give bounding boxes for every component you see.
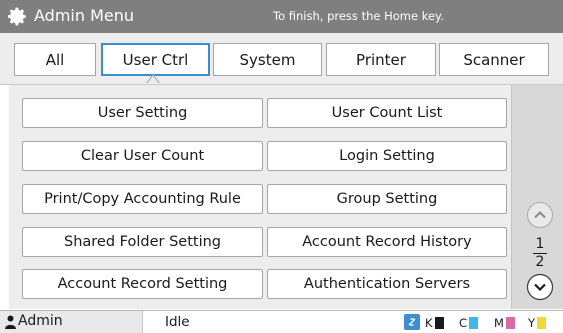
gear-icon (8, 7, 26, 26)
scroll-down-button[interactable] (526, 273, 554, 301)
tab-all[interactable]: All (14, 43, 96, 76)
ink-level-m: M (494, 315, 515, 330)
ink-swatch-yellow (537, 316, 547, 329)
account-record-history-button[interactable]: Account Record History (267, 227, 507, 257)
print-copy-accounting-rule-button[interactable]: Print/Copy Accounting Rule (22, 184, 263, 214)
logged-in-user[interactable]: Admin (0, 311, 143, 333)
user-icon (5, 315, 16, 329)
category-tab-bar: All User Ctrl System Printer Scanner (0, 33, 563, 85)
ink-letter-k: K (425, 315, 433, 330)
account-record-setting-button[interactable]: Account Record Setting (22, 269, 263, 299)
authentication-servers-button[interactable]: Authentication Servers (267, 269, 507, 299)
group-setting-button[interactable]: Group Setting (267, 184, 507, 214)
ink-letter-c: C (459, 315, 468, 330)
ink-level-c: C (459, 315, 479, 330)
shared-folder-setting-button[interactable]: Shared Folder Setting (22, 227, 263, 257)
user-setting-button[interactable]: User Setting (22, 98, 263, 128)
user-name: Admin (18, 313, 63, 329)
page-title: Admin Menu (34, 6, 135, 25)
page-scroller: 1 2 (511, 85, 563, 309)
scroll-up-button[interactable] (526, 201, 554, 229)
title-bar: Admin Menu To finish, press the Home key… (0, 0, 563, 33)
ink-swatch-black (434, 316, 444, 329)
tab-scanner[interactable]: Scanner (439, 43, 549, 76)
admin-menu-screen: Admin Menu To finish, press the Home key… (0, 0, 563, 333)
ink-swatch-cyan (469, 316, 479, 329)
link-icon (404, 314, 420, 330)
total-pages: 2 (535, 254, 545, 270)
ink-level-y: Y (528, 315, 547, 330)
active-tab-pointer (146, 74, 160, 84)
page-indicator: 1 2 (526, 237, 554, 270)
current-page: 1 (535, 236, 545, 252)
login-setting-button[interactable]: Login Setting (267, 141, 507, 171)
status-bar: Admin Idle K C M Y (0, 310, 563, 333)
ink-level-k: K (425, 315, 444, 330)
tab-printer[interactable]: Printer (326, 43, 436, 76)
user-count-list-button[interactable]: User Count List (267, 98, 507, 128)
home-hint-text: To finish, press the Home key. (273, 9, 444, 23)
settings-button-grid: User Setting User Count List Clear User … (9, 85, 511, 309)
ink-swatch-magenta (505, 316, 515, 329)
ink-letter-y: Y (528, 315, 536, 330)
tab-system[interactable]: System (213, 43, 322, 76)
ink-letter-m: M (494, 315, 504, 330)
clear-user-count-button[interactable]: Clear User Count (22, 141, 263, 171)
machine-status: Idle (165, 314, 190, 330)
tab-user-ctrl[interactable]: User Ctrl (101, 43, 210, 76)
